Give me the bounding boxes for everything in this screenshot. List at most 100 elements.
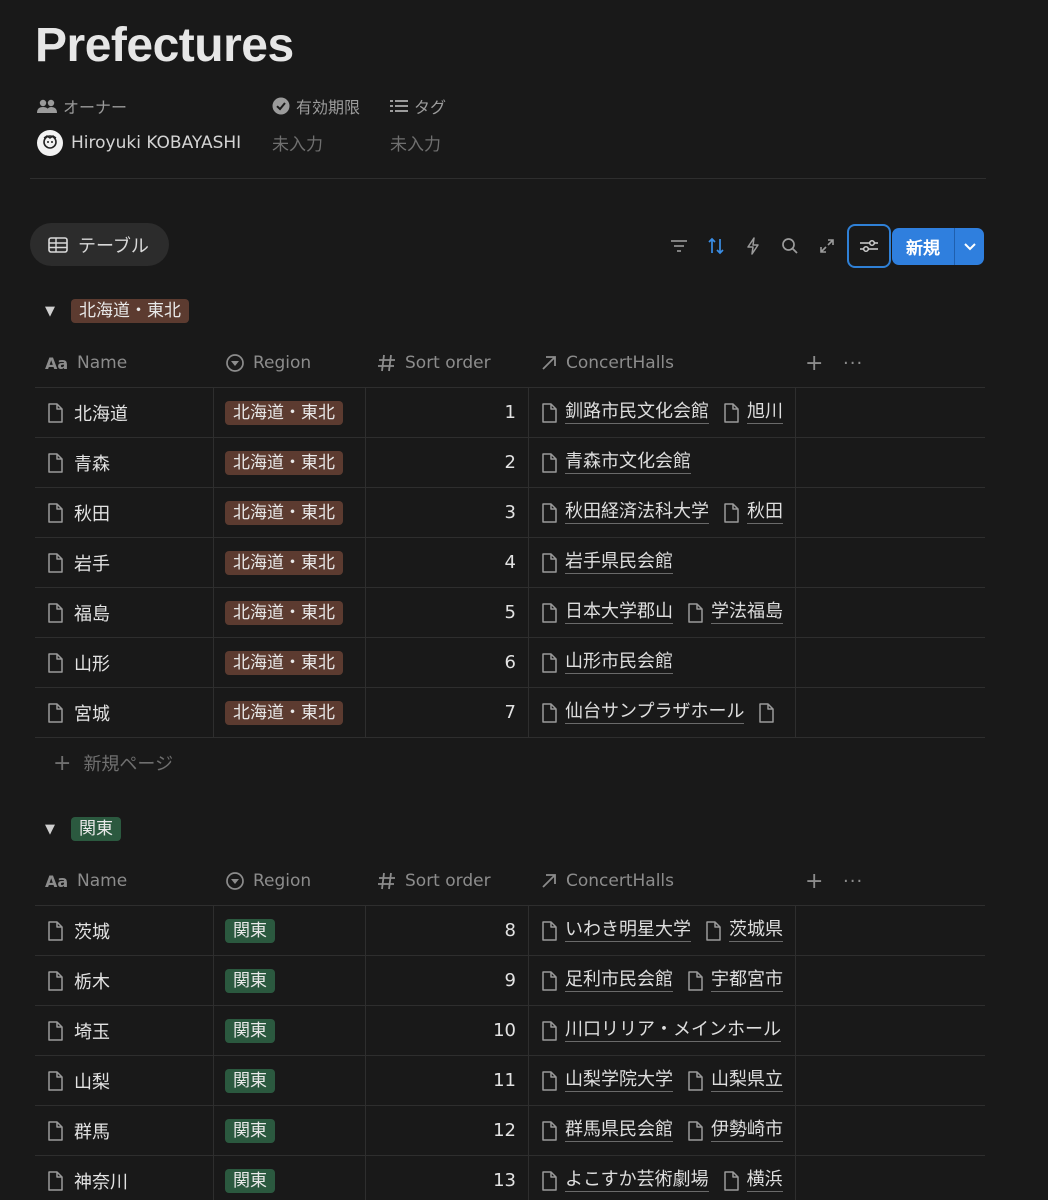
- hall-link[interactable]: いわき明星大学: [541, 919, 691, 942]
- hall-link[interactable]: 学法福島: [687, 601, 783, 624]
- column-sort-order[interactable]: Sort order: [377, 856, 491, 906]
- new-dropdown-button[interactable]: [954, 228, 984, 265]
- name-cell[interactable]: 秋田: [35, 488, 213, 537]
- sort-order-cell[interactable]: 4: [365, 538, 528, 587]
- hall-link[interactable]: 旭川: [723, 401, 783, 424]
- region-cell[interactable]: 北海道・東北: [213, 638, 365, 687]
- hall-link[interactable]: 山梨県立: [687, 1069, 783, 1092]
- hall-link[interactable]: 岩手県民会館: [541, 551, 673, 574]
- table-row[interactable]: 埼玉 関東 10 川口リリア・メインホール: [35, 1006, 985, 1056]
- region-cell[interactable]: 北海道・東北: [213, 438, 365, 487]
- region-cell[interactable]: 北海道・東北: [213, 588, 365, 637]
- name-cell[interactable]: 栃木: [35, 956, 213, 1005]
- hall-link[interactable]: 山形市民会館: [541, 651, 673, 674]
- concert-halls-cell[interactable]: 山形市民会館: [528, 638, 796, 687]
- table-row[interactable]: 群馬 関東 12 群馬県民会館 伊勢崎市: [35, 1106, 985, 1156]
- name-cell[interactable]: 北海道: [35, 388, 213, 437]
- add-column-icon[interactable]: +: [805, 338, 823, 388]
- add-page-button[interactable]: + 新規ページ: [35, 738, 985, 788]
- region-cell[interactable]: 関東: [213, 956, 365, 1005]
- hall-link[interactable]: 釧路市民文化会館: [541, 401, 709, 424]
- concert-halls-cell[interactable]: 仙台サンプラザホール: [528, 688, 796, 737]
- caret-down-icon[interactable]: ▼: [35, 822, 71, 837]
- table-row[interactable]: 北海道 北海道・東北 1 釧路市民文化会館 旭川: [35, 388, 985, 438]
- table-row[interactable]: 岩手 北海道・東北 4 岩手県民会館: [35, 538, 985, 588]
- concert-halls-cell[interactable]: 岩手県民会館: [528, 538, 796, 587]
- column-concert-halls[interactable]: ConcertHalls: [540, 856, 674, 906]
- name-cell[interactable]: 青森: [35, 438, 213, 487]
- table-row[interactable]: 栃木 関東 9 足利市民会館 宇都宮市: [35, 956, 985, 1006]
- name-cell[interactable]: 埼玉: [35, 1006, 213, 1055]
- sort-order-cell[interactable]: 1: [365, 388, 528, 437]
- hall-link[interactable]: 川口リリア・メインホール: [541, 1019, 781, 1042]
- concert-halls-cell[interactable]: 川口リリア・メインホール: [528, 1006, 796, 1055]
- table-row[interactable]: 宮城 北海道・東北 7 仙台サンプラザホール: [35, 688, 985, 738]
- add-column-icon[interactable]: +: [805, 856, 823, 906]
- region-cell[interactable]: 北海道・東北: [213, 488, 365, 537]
- name-cell[interactable]: 福島: [35, 588, 213, 637]
- hall-link[interactable]: 日本大学郡山: [541, 601, 673, 624]
- expand-icon[interactable]: [808, 228, 845, 264]
- region-cell[interactable]: 関東: [213, 1056, 365, 1105]
- more-options-icon[interactable]: ···: [843, 338, 863, 388]
- search-icon[interactable]: [771, 228, 808, 264]
- hall-link[interactable]: よこすか芸術劇場: [541, 1169, 709, 1192]
- sort-order-cell[interactable]: 7: [365, 688, 528, 737]
- hall-link[interactable]: 群馬県民会館: [541, 1119, 673, 1142]
- tab-table-view[interactable]: テーブル: [30, 223, 169, 266]
- caret-down-icon[interactable]: ▼: [35, 304, 71, 319]
- concert-halls-cell[interactable]: よこすか芸術劇場 横浜: [528, 1156, 796, 1200]
- hall-link[interactable]: 秋田経済法科大学: [541, 501, 709, 524]
- name-cell[interactable]: 茨城: [35, 906, 213, 955]
- column-region[interactable]: Region: [225, 338, 311, 388]
- concert-halls-cell[interactable]: 日本大学郡山 学法福島: [528, 588, 796, 637]
- name-cell[interactable]: 神奈川: [35, 1156, 213, 1200]
- name-cell[interactable]: 岩手: [35, 538, 213, 587]
- concert-halls-cell[interactable]: 群馬県民会館 伊勢崎市: [528, 1106, 796, 1155]
- column-name[interactable]: Aa Name: [45, 338, 127, 388]
- more-options-icon[interactable]: ···: [843, 856, 863, 906]
- property-expiry[interactable]: 有効期限: [272, 94, 360, 118]
- concert-halls-cell[interactable]: 秋田経済法科大学 秋田: [528, 488, 796, 537]
- sort-order-cell[interactable]: 5: [365, 588, 528, 637]
- sort-order-cell[interactable]: 9: [365, 956, 528, 1005]
- sort-order-cell[interactable]: 11: [365, 1056, 528, 1105]
- column-sort-order[interactable]: Sort order: [377, 338, 491, 388]
- group-header[interactable]: ▼ 北海道・東北: [35, 298, 985, 324]
- concert-halls-cell[interactable]: いわき明星大学 茨城県: [528, 906, 796, 955]
- sort-order-cell[interactable]: 12: [365, 1106, 528, 1155]
- sort-order-cell[interactable]: 10: [365, 1006, 528, 1055]
- filter-icon[interactable]: [660, 228, 697, 264]
- hall-link[interactable]: [758, 702, 782, 723]
- region-cell[interactable]: 北海道・東北: [213, 688, 365, 737]
- table-row[interactable]: 福島 北海道・東北 5 日本大学郡山 学法福島: [35, 588, 985, 638]
- table-row[interactable]: 山梨 関東 11 山梨学院大学 山梨県立: [35, 1056, 985, 1106]
- hall-link[interactable]: 茨城県: [705, 919, 783, 942]
- table-row[interactable]: 山形 北海道・東北 6 山形市民会館: [35, 638, 985, 688]
- owner-value[interactable]: Hiroyuki KOBAYASHI: [37, 130, 241, 156]
- table-row[interactable]: 青森 北海道・東北 2 青森市文化会館: [35, 438, 985, 488]
- hall-link[interactable]: 足利市民会館: [541, 969, 673, 992]
- concert-halls-cell[interactable]: 青森市文化会館: [528, 438, 796, 487]
- name-cell[interactable]: 群馬: [35, 1106, 213, 1155]
- column-region[interactable]: Region: [225, 856, 311, 906]
- name-cell[interactable]: 山梨: [35, 1056, 213, 1105]
- column-name[interactable]: Aa Name: [45, 856, 127, 906]
- hall-link[interactable]: 秋田: [723, 501, 783, 524]
- sort-order-cell[interactable]: 8: [365, 906, 528, 955]
- region-cell[interactable]: 関東: [213, 906, 365, 955]
- expiry-value[interactable]: 未入力: [272, 130, 323, 155]
- sort-order-cell[interactable]: 13: [365, 1156, 528, 1200]
- sort-order-cell[interactable]: 2: [365, 438, 528, 487]
- tag-value[interactable]: 未入力: [390, 130, 441, 155]
- hall-link[interactable]: 伊勢崎市: [687, 1119, 783, 1142]
- region-cell[interactable]: 関東: [213, 1006, 365, 1055]
- hall-link[interactable]: 仙台サンプラザホール: [541, 701, 745, 724]
- region-cell[interactable]: 関東: [213, 1106, 365, 1155]
- hall-link[interactable]: 横浜: [723, 1169, 783, 1192]
- name-cell[interactable]: 宮城: [35, 688, 213, 737]
- property-tag[interactable]: タグ: [390, 94, 446, 118]
- sort-icon[interactable]: [697, 228, 734, 264]
- view-settings-icon[interactable]: [847, 224, 891, 268]
- hall-link[interactable]: 青森市文化会館: [541, 451, 691, 474]
